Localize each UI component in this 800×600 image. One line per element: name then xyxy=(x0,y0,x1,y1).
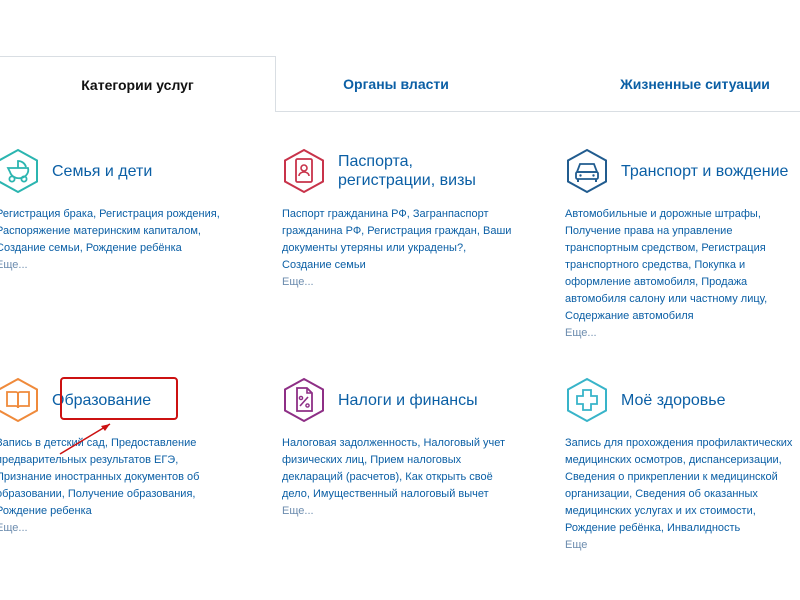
more-link[interactable]: Еще... xyxy=(0,520,232,537)
passport-icon[interactable] xyxy=(282,148,326,194)
category-links[interactable]: Паспорт гражданина РФ, Загранпаспорт гра… xyxy=(282,206,518,291)
more-link[interactable]: Еще... xyxy=(0,257,232,274)
category-title[interactable]: Моё здоровье xyxy=(621,391,726,410)
tab-service-categories[interactable]: Категории услуг xyxy=(0,56,276,112)
category-title[interactable]: Транспорт и вождение xyxy=(621,162,788,181)
category-links[interactable]: Регистрация брака, Регистрация рождения,… xyxy=(0,206,232,274)
more-link[interactable]: Еще xyxy=(565,537,797,554)
tab-life-situations[interactable]: Жизненные ситуации xyxy=(560,56,800,112)
medical-cross-icon[interactable] xyxy=(565,377,609,423)
car-icon[interactable] xyxy=(565,148,609,194)
tax-document-icon[interactable] xyxy=(282,377,326,423)
more-link[interactable]: Еще... xyxy=(565,325,797,342)
annotation-arrow-icon xyxy=(59,423,111,455)
category-links[interactable]: Автомобильные и дорожные штрафы, Получен… xyxy=(565,206,797,342)
category-title[interactable]: Семья и дети xyxy=(52,162,152,181)
category-links[interactable]: Запись для прохождения профилактических … xyxy=(565,435,797,554)
category-title[interactable]: Налоги и финансы xyxy=(338,391,478,410)
tabs-divider xyxy=(276,111,800,112)
annotation-highlight-box xyxy=(60,377,178,420)
tab-authorities[interactable]: Органы власти xyxy=(276,56,516,112)
more-link[interactable]: Еще... xyxy=(282,503,518,520)
category-links[interactable]: Налоговая задолженность, Налоговый учет … xyxy=(282,435,518,520)
category-title[interactable]: Паспорта, регистрации, визы xyxy=(338,152,476,190)
content-cutoff xyxy=(560,556,800,570)
book-icon[interactable] xyxy=(0,377,40,423)
category-tabs: Категории услуг Органы власти Жизненные … xyxy=(0,56,800,112)
more-link[interactable]: Еще... xyxy=(282,274,518,291)
stroller-icon[interactable] xyxy=(0,148,40,194)
